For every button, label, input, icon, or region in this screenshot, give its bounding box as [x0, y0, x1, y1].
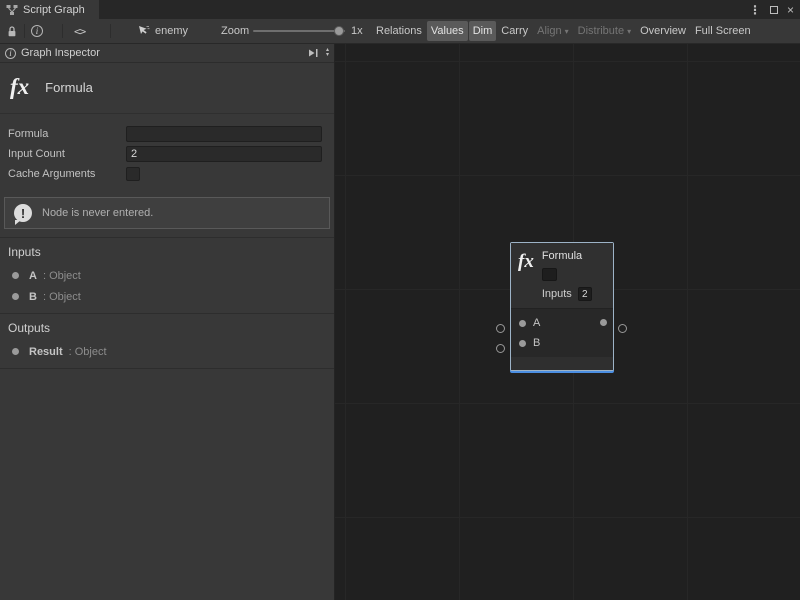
- node-inputs-count-input[interactable]: 2: [578, 287, 592, 301]
- port-dot-icon[interactable]: [519, 320, 526, 327]
- port-name: A: [29, 270, 37, 282]
- formula-field-row: Formula: [0, 124, 334, 144]
- values-button[interactable]: Values: [427, 21, 468, 41]
- cache-arguments-label: Cache Arguments: [8, 168, 126, 180]
- inspected-node-header: fx Formula: [0, 63, 334, 114]
- inspector-fields: Formula Input Count Cache Arguments: [0, 124, 334, 184]
- divider: [0, 368, 334, 369]
- output-port-result[interactable]: [600, 319, 607, 326]
- node-title: Formula: [542, 250, 592, 262]
- distribute-dropdown[interactable]: Distribute ▾: [574, 21, 635, 41]
- port-label: A: [533, 317, 540, 329]
- warning-text: Node is never entered.: [42, 207, 153, 219]
- carry-button[interactable]: Carry: [497, 21, 532, 41]
- node-inputs-label: Inputs: [542, 288, 572, 300]
- edit-source-button[interactable]: <>: [74, 19, 85, 43]
- input-port-row-a: A : Object: [0, 265, 334, 286]
- pointer-icon: [138, 25, 150, 37]
- toolbar-separator: [24, 24, 25, 38]
- dock-icon[interactable]: [308, 48, 319, 58]
- input-port-row-b: B : Object: [0, 286, 334, 307]
- input-port-b[interactable]: B: [511, 333, 613, 353]
- inputs-section-header: Inputs: [0, 238, 334, 265]
- code-icon: <>: [74, 25, 85, 38]
- relations-button[interactable]: Relations: [372, 21, 426, 41]
- toolbar-separator: [62, 24, 63, 38]
- formula-node-header: fx Formula Inputs 2: [511, 243, 613, 308]
- graph-inspector-panel: i Graph Inspector ▴ ▾ fx Formula Formula: [0, 44, 335, 600]
- window-menu-icon[interactable]: ⋮: [749, 3, 761, 17]
- toolbar-separator: [110, 24, 111, 38]
- graph-toolbar: i <> enemy Zoom 1x Relations: [0, 19, 800, 44]
- maximize-icon[interactable]: [770, 6, 778, 14]
- port-type: : Object: [43, 291, 81, 303]
- tab-script-graph[interactable]: Script Graph: [0, 0, 99, 19]
- port-connector-b[interactable]: [496, 344, 505, 353]
- zoom-label: Zoom: [221, 19, 249, 43]
- port-dot-icon: [12, 348, 19, 355]
- graph-target-label: enemy: [155, 25, 188, 37]
- input-count-label: Input Count: [8, 148, 126, 160]
- lock-icon: [6, 25, 18, 38]
- port-connector-result[interactable]: [618, 324, 627, 333]
- info-icon: i: [5, 48, 16, 59]
- port-dot-icon: [12, 272, 19, 279]
- port-name: Result: [29, 346, 63, 358]
- overview-button[interactable]: Overview: [636, 21, 690, 41]
- lock-button[interactable]: [6, 19, 18, 43]
- outputs-section-header: Outputs: [0, 314, 334, 341]
- graph-inspector-header: i Graph Inspector ▴ ▾: [0, 44, 334, 63]
- fx-icon: fx: [10, 74, 29, 100]
- input-port-a[interactable]: A: [511, 313, 613, 333]
- port-type: : Object: [69, 346, 107, 358]
- graph-canvas[interactable]: fx Formula Inputs 2 A: [335, 44, 800, 600]
- warning-box: ! Node is never entered.: [4, 197, 330, 229]
- chevron-down-icon: ▾: [565, 27, 569, 36]
- zoom-slider[interactable]: [253, 19, 345, 43]
- close-icon[interactable]: ×: [787, 4, 794, 16]
- zoom-value: 1x: [351, 19, 363, 43]
- port-type: : Object: [43, 270, 81, 282]
- node-ports: A B: [511, 308, 613, 357]
- panel-spinner[interactable]: ▴ ▾: [326, 48, 329, 58]
- fx-icon: fx: [518, 251, 534, 301]
- node-formula-input[interactable]: [542, 268, 557, 281]
- node-inputs-row: Inputs 2: [542, 287, 592, 301]
- output-port-row-result: Result : Object: [0, 341, 334, 362]
- spinner-down-icon[interactable]: ▾: [326, 53, 329, 58]
- port-connector-a[interactable]: [496, 324, 505, 333]
- window-controls: ⋮ ×: [749, 0, 800, 19]
- graph-target-button[interactable]: enemy: [138, 19, 188, 43]
- inspected-node-title: Formula: [45, 80, 93, 95]
- formula-node[interactable]: fx Formula Inputs 2 A: [510, 242, 614, 371]
- node-footer: [511, 357, 613, 370]
- cache-arguments-field-row: Cache Arguments: [0, 164, 334, 184]
- zoom-slider-knob[interactable]: [334, 26, 344, 36]
- full-screen-button[interactable]: Full Screen: [691, 21, 755, 41]
- cache-arguments-checkbox[interactable]: [126, 167, 140, 181]
- info-button[interactable]: i: [31, 19, 43, 43]
- input-count-input[interactable]: [126, 146, 322, 162]
- port-name: B: [29, 291, 37, 303]
- info-icon: i: [31, 25, 43, 37]
- toolbar-buttons: Relations Values Dim Carry Align ▾ Distr…: [372, 21, 755, 41]
- port-label: B: [533, 337, 540, 349]
- formula-field-label: Formula: [8, 128, 126, 140]
- formula-input[interactable]: [126, 126, 322, 142]
- dim-button[interactable]: Dim: [469, 21, 497, 41]
- panel-title: Graph Inspector: [21, 47, 100, 59]
- port-dot-icon[interactable]: [519, 340, 526, 347]
- zoom-slider-track[interactable]: [253, 30, 345, 32]
- port-dot-icon: [12, 293, 19, 300]
- unity-script-graph-window: Script Graph ⋮ × i <> e: [0, 0, 800, 600]
- warning-icon: !: [14, 204, 32, 222]
- tab-bar: Script Graph ⋮ ×: [0, 0, 800, 19]
- input-count-field-row: Input Count: [0, 144, 334, 164]
- tab-label: Script Graph: [23, 4, 85, 16]
- align-dropdown[interactable]: Align ▾: [533, 21, 572, 41]
- chevron-down-icon: ▾: [627, 27, 631, 36]
- script-graph-icon: [6, 4, 18, 16]
